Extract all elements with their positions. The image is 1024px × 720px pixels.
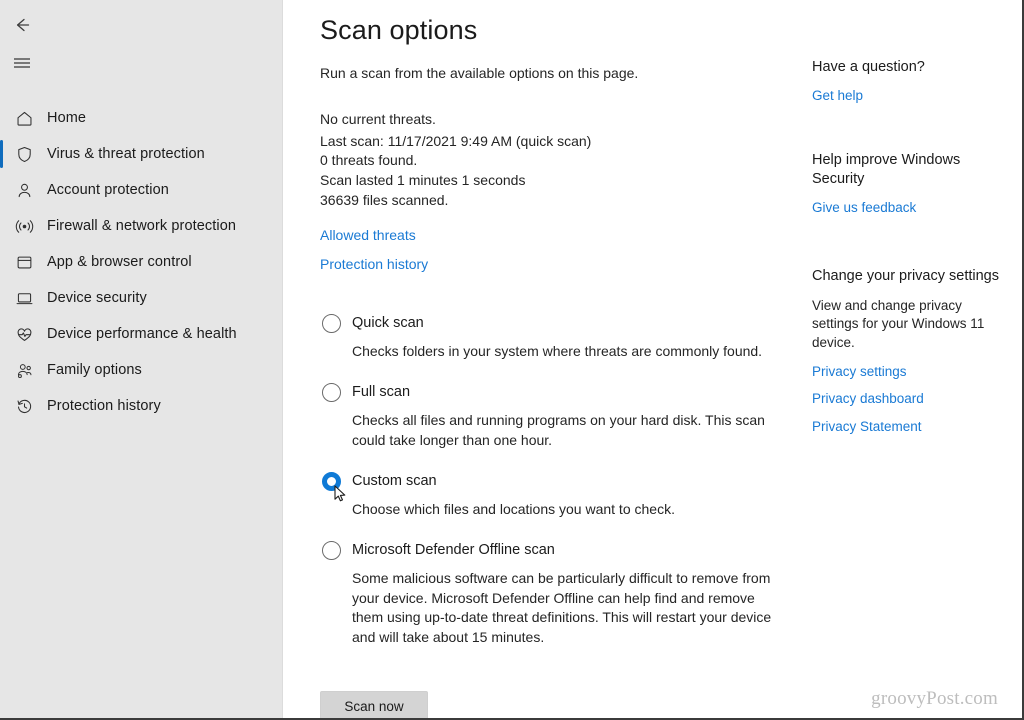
sidebar-item-account-protection[interactable]: Account protection: [0, 172, 282, 208]
get-help-link[interactable]: Get help: [812, 88, 1012, 104]
sidebar-item-home[interactable]: Home: [0, 100, 282, 136]
privacy-statement-link[interactable]: Privacy Statement: [812, 419, 1012, 435]
rail-body-text: View and change privacy settings for you…: [812, 297, 985, 350]
scan-option-full-scan[interactable]: Full scan Checks all files and running p…: [320, 383, 812, 451]
selection-indicator: [0, 248, 3, 276]
radio-label: Quick scan: [352, 315, 424, 332]
status-threats-found: 0 threats found.: [320, 152, 418, 169]
selection-indicator: [0, 212, 3, 240]
scan-option-quick-scan[interactable]: Quick scan Checks folders in your system…: [320, 314, 812, 362]
rail-heading: Change your privacy settings: [812, 267, 999, 284]
radio-button-quick-scan[interactable]: [322, 314, 341, 334]
protection-history-row: Protection history: [320, 256, 812, 274]
scan-status-block: No current threats. Last scan: 11/17/202…: [320, 111, 812, 211]
home-icon: [12, 106, 36, 130]
rail-section-have-a-question: Have a question? Get help: [812, 58, 1012, 104]
give-us-feedback-link[interactable]: Give us feedback: [812, 200, 1012, 216]
sidebar-item-device-performance-health[interactable]: Device performance & health: [0, 316, 282, 352]
right-rail: Have a question? Get help Help improve W…: [812, 0, 1022, 718]
status-last-scan: Last scan: 11/17/2021 9:49 AM (quick sca…: [320, 132, 592, 149]
privacy-settings-link[interactable]: Privacy settings: [812, 364, 1012, 380]
rail-heading: Have a question?: [812, 59, 925, 75]
radio-description: Checks all files and running programs on…: [352, 412, 765, 448]
allowed-threats-row: Allowed threats: [320, 227, 812, 245]
rail-section-help-improve: Help improve Windows Security Give us fe…: [812, 151, 1012, 216]
sidebar-item-family-options[interactable]: Family options: [0, 352, 282, 388]
sidebar-item-label: Virus & threat protection: [47, 145, 205, 162]
main-panel: Scan options Run a scan from the availab…: [283, 0, 812, 718]
sidebar-item-label: App & browser control: [47, 253, 192, 270]
scan-options-radio-group: Quick scan Checks folders in your system…: [320, 314, 812, 648]
radio-label: Custom scan: [352, 473, 437, 490]
sidebar-item-virus-threat-protection[interactable]: Virus & threat protection: [0, 136, 282, 172]
sidebar-navigation: Home Virus & threat protection Account p…: [0, 0, 283, 718]
sidebar-item-label: Home: [47, 109, 87, 126]
sidebar-item-label: Account protection: [47, 181, 169, 198]
sidebar-item-label: Device performance & health: [47, 325, 237, 342]
allowed-threats-link[interactable]: Allowed threats: [320, 227, 416, 243]
selection-indicator: [0, 284, 3, 312]
content-area: Scan options Run a scan from the availab…: [283, 0, 1022, 718]
person-icon: [12, 178, 36, 202]
watermark: groovyPost.com: [871, 688, 998, 709]
scan-now-button[interactable]: Scan now: [320, 691, 428, 718]
scan-option-custom-scan[interactable]: Custom scan Choose which files and locat…: [320, 471, 812, 520]
sidebar-item-protection-history[interactable]: Protection history: [0, 388, 282, 424]
status-no-threats: No current threats.: [320, 110, 436, 127]
radio-head[interactable]: Microsoft Defender Offline scan: [320, 540, 812, 560]
sidebar-item-label: Device security: [47, 289, 147, 306]
shield-icon: [12, 142, 36, 166]
selection-indicator: [0, 104, 3, 132]
selection-indicator: [0, 392, 3, 420]
windows-security-window: Home Virus & threat protection Account p…: [0, 0, 1024, 720]
radio-button-full-scan[interactable]: [322, 383, 341, 403]
back-arrow-icon: [13, 16, 31, 34]
sidebar-item-label: Protection history: [47, 397, 161, 414]
heart-pulse-icon: [12, 322, 36, 346]
menu-button[interactable]: [2, 46, 42, 80]
status-files-scanned: 36639 files scanned.: [320, 192, 449, 209]
radio-description: Some malicious software can be particula…: [352, 569, 772, 646]
app-window-icon: [12, 250, 36, 274]
radio-button-custom-scan[interactable]: [322, 471, 341, 491]
sidebar-item-firewall-network-protection[interactable]: Firewall & network protection: [0, 208, 282, 244]
radio-label: Microsoft Defender Offline scan: [352, 541, 555, 558]
radio-description: Checks folders in your system where thre…: [352, 343, 763, 360]
page-title: Scan options: [320, 15, 478, 45]
radio-description: Choose which files and locations you wan…: [352, 500, 675, 517]
sidebar-item-app-browser-control[interactable]: App & browser control: [0, 244, 282, 280]
selection-indicator: [0, 140, 3, 168]
selection-indicator: [0, 176, 3, 204]
status-scan-duration: Scan lasted 1 minutes 1 seconds: [320, 172, 526, 189]
radio-head[interactable]: Custom scan: [320, 471, 812, 502]
sidebar-item-label: Firewall & network protection: [47, 217, 237, 234]
sidebar-item-device-security[interactable]: Device security: [0, 280, 282, 316]
rail-section-privacy-settings: Change your privacy settings View and ch…: [812, 267, 1012, 435]
page-subtitle: Run a scan from the available options on…: [320, 64, 639, 81]
broadcast-icon: [12, 214, 36, 238]
sidebar-item-label: Family options: [47, 361, 142, 378]
sidebar-item-list: Home Virus & threat protection Account p…: [0, 100, 282, 424]
radio-head[interactable]: Quick scan: [320, 314, 812, 334]
radio-button-defender-offline-scan[interactable]: [322, 540, 341, 560]
history-clock-icon: [12, 394, 36, 418]
radio-head[interactable]: Full scan: [320, 383, 812, 403]
rail-heading: Help improve Windows Security: [812, 152, 961, 187]
privacy-dashboard-link[interactable]: Privacy dashboard: [812, 391, 1012, 407]
hamburger-menu-icon: [13, 56, 31, 70]
scan-option-microsoft-defender-offline-scan[interactable]: Microsoft Defender Offline scan Some mal…: [320, 540, 812, 649]
protection-history-link[interactable]: Protection history: [320, 256, 428, 272]
monitor-icon: [12, 286, 36, 310]
back-button[interactable]: [2, 8, 42, 42]
family-people-icon: [12, 358, 36, 382]
selection-indicator: [0, 320, 3, 348]
radio-label: Full scan: [352, 384, 411, 401]
selection-indicator: [0, 356, 3, 384]
